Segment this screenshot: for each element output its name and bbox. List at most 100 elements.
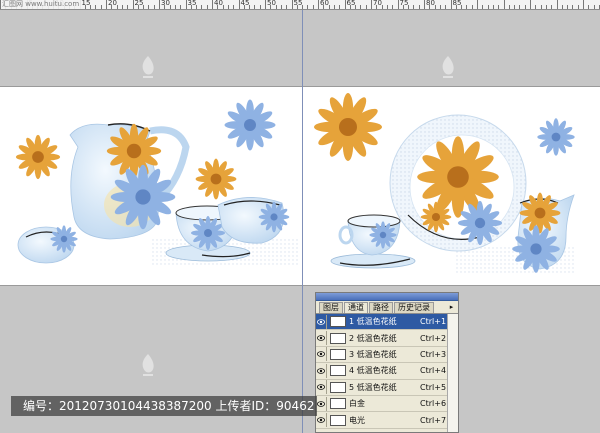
ruler-tick: [0, 0, 1, 9]
ruler-tick: [545, 5, 547, 9]
panel-titlebar[interactable]: [316, 293, 458, 301]
ruler-tick: [477, 0, 478, 9]
ruler-tick: [212, 0, 213, 9]
ruler-tick: [148, 5, 150, 9]
ruler-tick: [524, 5, 526, 9]
channel-name: 电光: [349, 415, 365, 425]
ruler-tick: [153, 5, 155, 9]
eye-icon[interactable]: [316, 380, 327, 395]
ruler-tick: [439, 5, 441, 9]
channel-name: 5 低温色花纸: [349, 382, 397, 392]
ruler-tick: [418, 5, 420, 9]
channel-name: 2 低温色花纸: [349, 333, 397, 343]
channel-name: 白金: [349, 399, 365, 409]
eye-icon[interactable]: [316, 396, 327, 411]
channel-thumbnail: [330, 348, 346, 360]
ruler-tick: [265, 0, 266, 9]
panel-scrollbar[interactable]: [447, 314, 458, 432]
eye-icon[interactable]: [316, 347, 327, 362]
ruler-tick: [572, 5, 574, 9]
ruler-label: 80: [426, 0, 435, 7]
panel-tabs: 图层 通道 路径 历史记录 ▸: [316, 301, 458, 314]
ruler-tick: [100, 5, 102, 9]
channels-panel: 图层 通道 路径 历史记录 ▸ 1 低温色花纸 Ctrl+1 2 低温色花纸 Ctrl…: [315, 292, 459, 433]
ruler-tick: [233, 5, 235, 9]
ruler-tick: [339, 5, 341, 9]
ruler-tick: [519, 5, 521, 9]
channel-row[interactable]: 5 低温色花纸 Ctrl+5: [316, 380, 458, 396]
channel-list: 1 低温色花纸 Ctrl+1 2 低温色花纸 Ctrl+2 3 低温色花纸 Ctrl+3 4…: [316, 314, 458, 429]
ruler-tick: [551, 5, 553, 9]
tab-history[interactable]: 历史记录: [394, 302, 434, 313]
ruler-label: 25: [134, 0, 144, 7]
ruler-label: 20: [108, 0, 117, 7]
ruler-tick: [280, 5, 282, 9]
ruler-tick: [201, 5, 203, 9]
ruler-tick: [450, 0, 452, 9]
eye-icon[interactable]: [316, 363, 327, 378]
channel-name: 4 低温色花纸: [349, 366, 397, 376]
ruler-tick: [333, 5, 335, 9]
eye-icon[interactable]: [316, 331, 327, 346]
ruler-tick: [371, 0, 372, 9]
ruler-tick: [132, 0, 134, 9]
channel-row[interactable]: 3 低温色花纸 Ctrl+3: [316, 347, 458, 364]
channel-row[interactable]: 电光 Ctrl+7: [316, 412, 458, 429]
ruler-tick: [471, 5, 473, 9]
channel-thumbnail: [330, 381, 346, 393]
ruler-tick: [583, 0, 584, 9]
ruler-tick: [482, 5, 484, 9]
panel-menu-icon[interactable]: ▸: [447, 303, 456, 311]
channel-row[interactable]: 2 低温色花纸 Ctrl+2: [316, 330, 458, 347]
ruler-label: 50: [267, 0, 276, 7]
ruler-label: 75: [399, 0, 409, 7]
tab-layers[interactable]: 图层: [319, 302, 343, 313]
ruler-tick: [424, 0, 425, 9]
ruler-tick: [466, 5, 468, 9]
document-canvas[interactable]: [0, 86, 600, 286]
eye-icon[interactable]: [316, 413, 327, 428]
ruler-tick: [312, 5, 314, 9]
ruler-tick: [540, 5, 542, 9]
ruler-tick: [174, 5, 176, 9]
channel-row[interactable]: 白金 Ctrl+6: [316, 396, 458, 413]
watermark-logo-icon: [142, 354, 154, 376]
ruler-tick: [386, 5, 388, 9]
watermark-caption: 编号：20120730104438387200 上传者ID：90462: [11, 396, 317, 416]
ruler-tick: [360, 5, 362, 9]
vertical-guide-line[interactable]: [302, 10, 303, 433]
channel-thumbnail: [330, 398, 346, 410]
ruler-label: 45: [240, 0, 250, 7]
ruler-tick: [492, 5, 494, 9]
channel-row[interactable]: 1 低温色花纸 Ctrl+1: [316, 314, 458, 331]
ruler-label: 85: [452, 0, 462, 7]
ruler-tick: [106, 0, 107, 9]
ruler-tick: [291, 0, 293, 9]
ruler-tick: [159, 0, 160, 9]
ruler-tick: [121, 5, 123, 9]
ruler-tick: [365, 5, 367, 9]
ruler-tick: [487, 5, 489, 9]
ruler-label: 65: [346, 0, 356, 7]
tab-channels[interactable]: 通道: [344, 302, 368, 313]
channel-row[interactable]: 4 低温色花纸 Ctrl+4: [316, 363, 458, 380]
ruler-tick: [206, 5, 208, 9]
channel-thumbnail: [330, 365, 346, 377]
ruler-label: 15: [81, 0, 91, 7]
ruler-tick: [556, 0, 558, 9]
ruler-tick: [577, 5, 579, 9]
eye-icon[interactable]: [316, 314, 327, 329]
ruler-tick: [530, 0, 531, 9]
tab-paths[interactable]: 路径: [369, 302, 393, 313]
ruler-tick: [498, 5, 500, 9]
ruler-tick: [127, 5, 129, 9]
top-ruler[interactable]: 510152025303540455055606570758085: [0, 0, 600, 10]
ruler-tick: [286, 5, 288, 9]
channel-name: 3 低温色花纸: [349, 349, 397, 359]
ruler-tick: [397, 0, 399, 9]
channel-thumbnail: [330, 316, 346, 328]
ruler-tick: [307, 5, 309, 9]
ruler-tick: [180, 5, 182, 9]
ruler-label: 30: [161, 0, 170, 7]
ruler-tick: [508, 5, 510, 9]
